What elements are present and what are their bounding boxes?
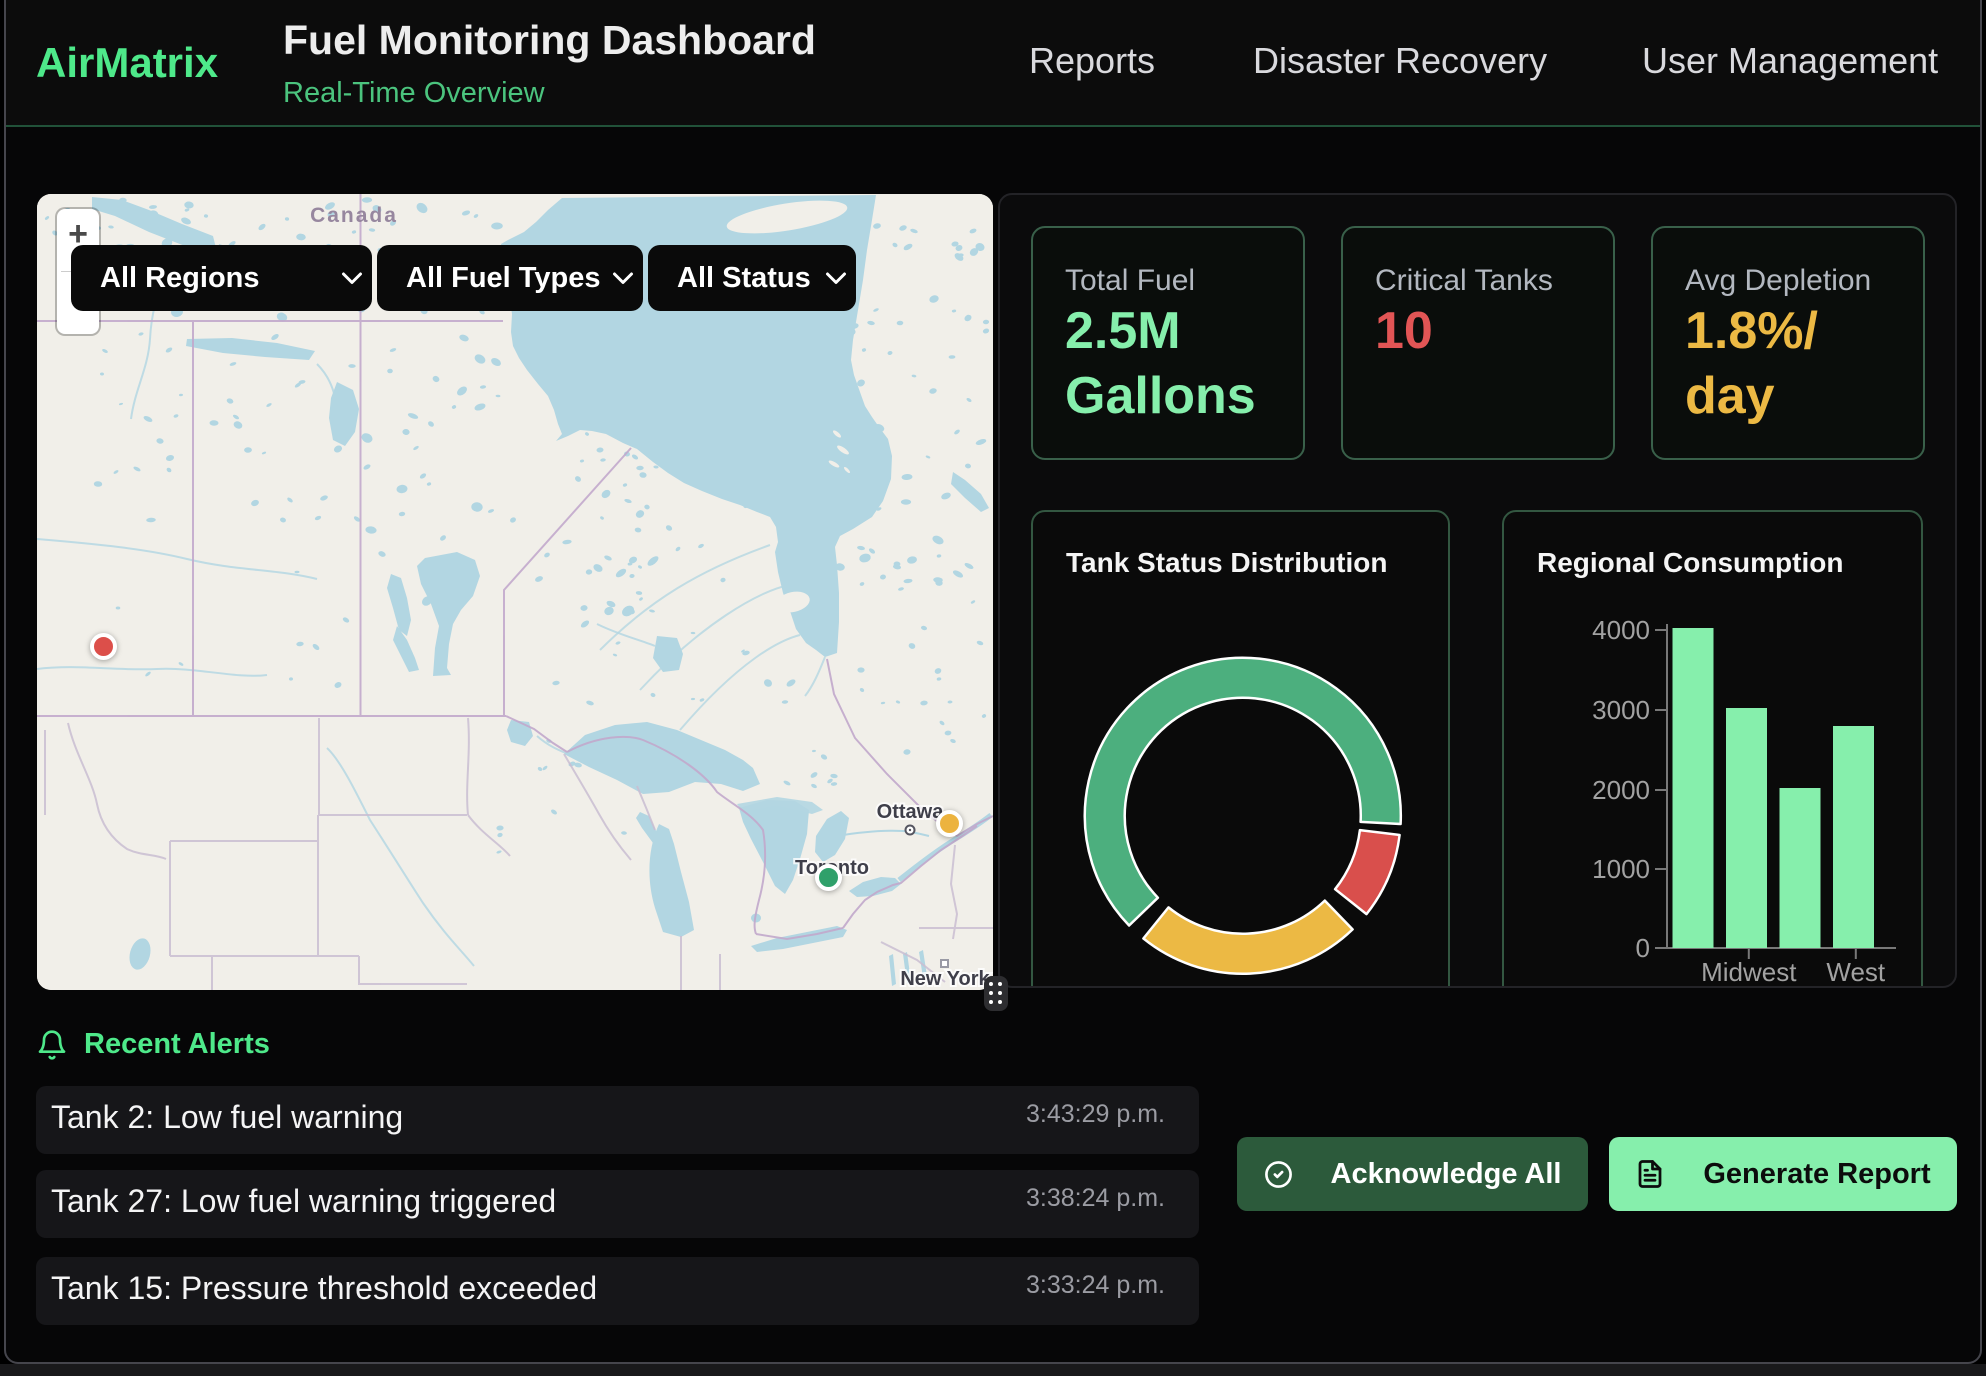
svg-text:West: West	[1826, 957, 1886, 987]
svg-text:2000: 2000	[1592, 775, 1650, 805]
svg-text:4000: 4000	[1592, 615, 1650, 645]
svg-text:1000: 1000	[1592, 854, 1650, 884]
svg-text:New York: New York	[900, 968, 990, 990]
svg-text:Canada: Canada	[310, 204, 398, 227]
svg-text:Midwest: Midwest	[1701, 957, 1797, 987]
svg-text:Ottawa: Ottawa	[877, 801, 945, 823]
svg-text:0: 0	[1636, 933, 1650, 963]
svg-text:3000: 3000	[1592, 695, 1650, 725]
